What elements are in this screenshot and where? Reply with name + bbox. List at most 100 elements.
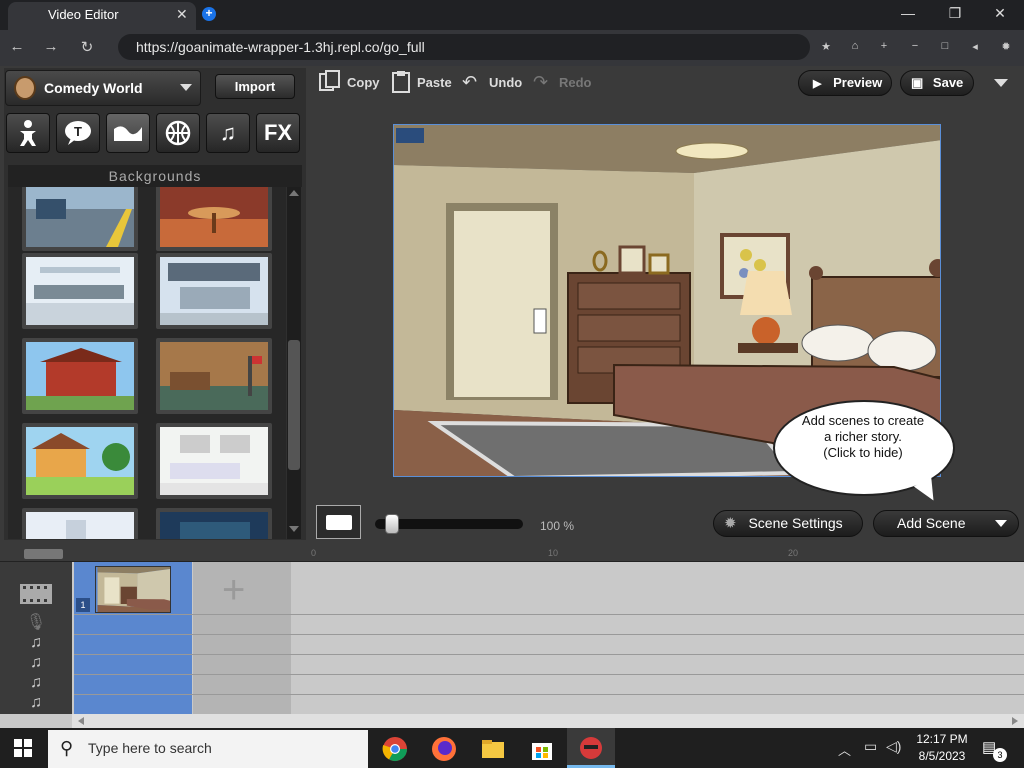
windows-start-icon[interactable]: [14, 739, 32, 757]
window-icon[interactable]: □: [937, 40, 953, 52]
music-note-icon: ♫: [30, 654, 42, 671]
background-thumbnail[interactable]: [156, 508, 272, 539]
search-icon: ⚲: [60, 738, 74, 758]
redo-button: Redo: [559, 75, 592, 90]
undo-button[interactable]: Undo: [489, 75, 522, 90]
clock-date[interactable]: 8/5/2023: [912, 749, 972, 763]
background-thumbnail[interactable]: [22, 508, 138, 539]
background-thumbnail[interactable]: [156, 423, 272, 499]
panel-header: Backgrounds: [8, 165, 302, 187]
fx-category-button[interactable]: FX: [256, 113, 300, 153]
background-thumbnail[interactable]: [22, 423, 138, 499]
screen-icon: [326, 515, 352, 530]
person-icon: [20, 120, 36, 146]
add-scene-label: Add Scene: [897, 515, 966, 531]
film-strip-icon: [20, 584, 52, 604]
new-tab-icon[interactable]: +: [202, 7, 216, 21]
music-category-button[interactable]: ♫: [206, 113, 250, 153]
chevron-down-icon[interactable]: [180, 84, 192, 91]
music-note-icon: ♫: [30, 634, 42, 651]
ruler-tick: 10: [548, 548, 559, 558]
background-thumbnail[interactable]: [22, 187, 138, 251]
undo-icon[interactable]: ↶: [462, 72, 484, 92]
copy-button[interactable]: Copy: [347, 75, 380, 90]
svg-text:T: T: [74, 124, 82, 139]
clock-time[interactable]: 12:17 PM: [912, 732, 972, 746]
tab-title: Video Editor: [48, 7, 119, 22]
background-thumbnail[interactable]: [22, 338, 138, 414]
minimize-icon[interactable]: —: [898, 5, 918, 21]
volume-icon[interactable]: ◁): [886, 738, 901, 755]
file-explorer-icon[interactable]: [480, 736, 506, 762]
characters-category-button[interactable]: [6, 113, 50, 153]
character-avatar-icon: [14, 76, 36, 100]
camera-icon[interactable]: [396, 128, 424, 143]
chevron-down-icon[interactable]: [995, 520, 1007, 527]
background-thumbnail[interactable]: [22, 253, 138, 329]
text-category-button[interactable]: T: [56, 113, 100, 153]
settings-icon[interactable]: ✹: [998, 40, 1014, 53]
network-icon[interactable]: ▭: [864, 738, 877, 755]
add-icon[interactable]: +: [876, 40, 892, 52]
chevron-up-icon[interactable]: ︿: [838, 740, 851, 759]
track-divider: [74, 694, 1024, 695]
restore-icon[interactable]: ❐: [945, 5, 965, 22]
chrome-icon[interactable]: [382, 736, 408, 762]
backgrounds-category-button[interactable]: [106, 113, 150, 153]
timeline-zoom-control[interactable]: [24, 549, 63, 559]
gear-icon: ✹: [724, 515, 737, 532]
scroll-left-icon[interactable]: [78, 717, 84, 725]
home-icon[interactable]: ⌂: [847, 40, 863, 52]
add-scene-plus-icon[interactable]: +: [222, 568, 245, 613]
search-placeholder[interactable]: Type here to search: [88, 740, 212, 756]
speech-bubble-icon: T: [65, 121, 91, 145]
background-thumbnail[interactable]: [156, 338, 272, 414]
scrollbar-thumb[interactable]: [288, 340, 300, 470]
timeline-scrollbar[interactable]: [72, 714, 1024, 728]
scroll-up-icon[interactable]: [289, 190, 299, 196]
minus-icon[interactable]: −: [907, 40, 923, 52]
paste-button[interactable]: Paste: [417, 75, 452, 90]
save-icon: ▣: [911, 75, 924, 90]
notification-count-badge: 3: [993, 748, 1007, 762]
track-divider: [74, 614, 1024, 615]
landscape-icon: [114, 126, 142, 141]
goanimate-app-icon[interactable]: [578, 734, 604, 760]
background-thumbnail[interactable]: [156, 187, 272, 251]
close-window-icon[interactable]: ✕: [990, 5, 1010, 22]
ruler-tick: 20: [788, 548, 799, 558]
store-icon[interactable]: [529, 736, 555, 762]
tip-text[interactable]: Add scenes to create a richer story. (Cl…: [800, 413, 926, 461]
redo-icon: ↷: [533, 72, 549, 92]
preview-button[interactable]: ▶ Preview: [798, 70, 892, 96]
close-tab-icon[interactable]: ✕: [176, 6, 188, 23]
url-text[interactable]: https://goanimate-wrapper-1.3hj.repl.co/…: [136, 39, 425, 55]
scene-number-badge: 1: [76, 598, 90, 612]
chevron-down-icon[interactable]: [994, 79, 1008, 87]
scroll-right-icon[interactable]: [1012, 717, 1018, 725]
props-category-button[interactable]: [156, 113, 200, 153]
reload-icon[interactable]: ↻: [78, 38, 96, 56]
microphone-icon: 🎙: [25, 614, 47, 631]
speaker-icon[interactable]: ◂: [967, 40, 983, 53]
forward-icon[interactable]: →: [42, 38, 60, 55]
backgrounds-list: [8, 187, 286, 539]
zoom-slider-handle[interactable]: [385, 514, 399, 534]
background-thumbnail[interactable]: [156, 253, 272, 329]
back-icon[interactable]: ←: [8, 38, 26, 55]
track-divider: [74, 634, 1024, 635]
copy-icon[interactable]: [318, 70, 342, 94]
firefox-icon[interactable]: [431, 736, 457, 762]
ruler-tick: 0: [311, 548, 317, 558]
scene-settings-label: Scene Settings: [748, 515, 843, 531]
paste-icon[interactable]: [390, 70, 414, 94]
zoom-level: 100 %: [540, 519, 575, 533]
save-button[interactable]: ▣ Save: [900, 70, 974, 96]
scene-settings-button[interactable]: ✹ Scene Settings: [713, 510, 863, 537]
import-button[interactable]: Import: [215, 74, 295, 99]
timeline-ruler: [0, 546, 1024, 562]
bookmark-star-icon[interactable]: ★: [818, 40, 834, 53]
music-note-icon: ♫: [30, 674, 42, 691]
scene-thumbnail[interactable]: [95, 566, 171, 613]
scroll-down-icon[interactable]: [289, 526, 299, 532]
